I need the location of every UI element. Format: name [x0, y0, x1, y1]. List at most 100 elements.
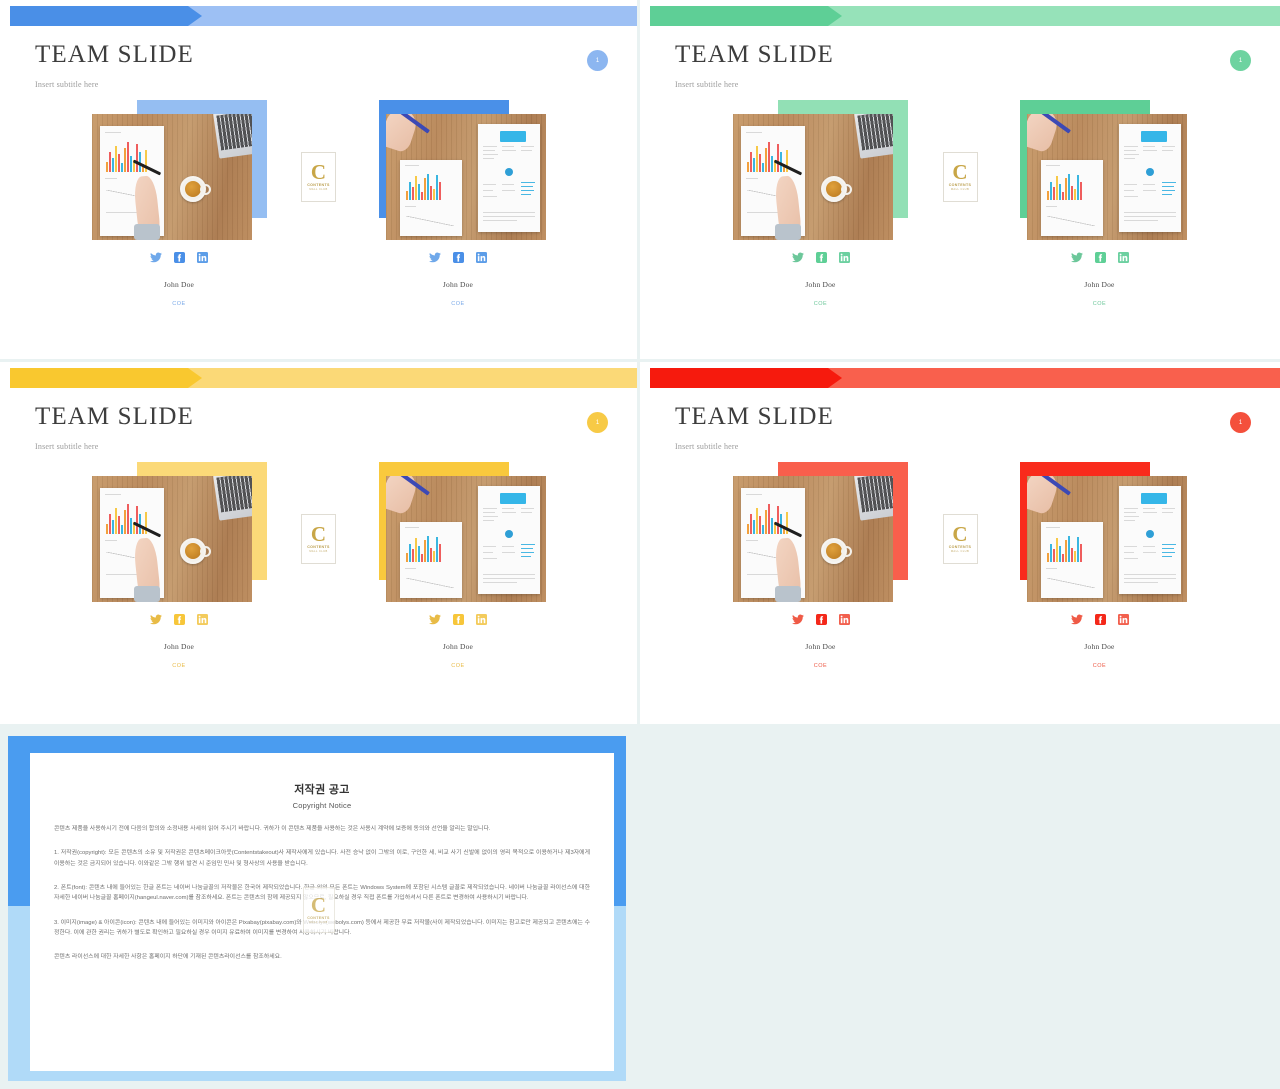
member-photo: [91, 100, 267, 240]
twitter-icon[interactable]: [1070, 614, 1083, 625]
team-member-card[interactable]: John Doe COE: [978, 100, 1222, 307]
slide-blue[interactable]: TEAM SLIDE Insert subtitle here 1 John D…: [0, 0, 637, 359]
page-title: TEAM SLIDE: [35, 403, 194, 430]
linkedin-icon[interactable]: [1117, 252, 1129, 263]
logo-wordmark: CONTENTS: [307, 183, 330, 188]
banner-arrow-head: [10, 368, 202, 388]
facebook-icon[interactable]: [815, 252, 827, 263]
team-member-card[interactable]: John Doe COE: [336, 462, 580, 669]
slide-number-badge[interactable]: 1: [587, 50, 608, 71]
logo-tagline: MALL CLUB: [309, 921, 328, 925]
linkedin-icon[interactable]: [197, 614, 208, 625]
slide-yellow[interactable]: TEAM SLIDE Insert subtitle here 1 John D…: [0, 362, 637, 724]
logo-wordmark: CONTENTS: [307, 916, 330, 921]
page-subtitle: Insert subtitle here: [35, 80, 99, 89]
twitter-icon[interactable]: [429, 252, 441, 263]
facebook-icon[interactable]: [453, 614, 464, 625]
slide-number-badge[interactable]: 1: [1230, 412, 1251, 433]
member-role: COE: [813, 663, 828, 669]
member-name: John Doe: [1084, 642, 1115, 651]
chart-paper: [399, 160, 462, 236]
facebook-icon[interactable]: [453, 252, 464, 263]
slide-number-badge[interactable]: 1: [1230, 50, 1251, 71]
logo-letter: C: [952, 521, 968, 546]
member-photo: [91, 462, 267, 602]
slide-yellow-title-block: TEAM SLIDE Insert subtitle here: [35, 404, 194, 451]
member-role: COE: [813, 301, 828, 307]
linkedin-icon[interactable]: [197, 252, 208, 263]
resume-paper: [477, 486, 540, 594]
team-member-card[interactable]: John Doe COE: [978, 462, 1222, 669]
slide-green[interactable]: TEAM SLIDE Insert subtitle here 1 John D…: [640, 0, 1280, 359]
photo-desk-chart: [91, 114, 252, 240]
twitter-icon[interactable]: [791, 614, 804, 625]
page-subtitle: Insert subtitle here: [675, 442, 739, 451]
brand-logo-card: C CONTENTS MALL CLUB: [942, 514, 978, 564]
resume-paper: [477, 124, 540, 232]
photo-desk-chart: [733, 114, 893, 240]
member-role: COE: [1092, 301, 1107, 307]
twitter-icon[interactable]: [150, 252, 162, 263]
member-photo: [733, 100, 908, 240]
team-member-card[interactable]: John Doe COE: [57, 462, 301, 669]
member-photo: [371, 462, 546, 602]
social-links: [429, 614, 487, 625]
chart-paper: [399, 522, 462, 598]
slide-copyright[interactable]: 저작권 공고 Copyright Notice 콘텐츠 제품을 사용하시기 전에…: [0, 727, 637, 1089]
member-name: John Doe: [442, 280, 474, 289]
twitter-icon[interactable]: [429, 614, 441, 625]
social-links: [791, 614, 850, 625]
member-role: COE: [1092, 663, 1107, 669]
brand-logo-card: C CONTENTS MALL CLUB: [301, 514, 336, 564]
linkedin-icon[interactable]: [476, 252, 487, 263]
laptop: [212, 114, 252, 159]
facebook-icon[interactable]: [174, 252, 185, 263]
slide-red-title-block: TEAM SLIDE Insert subtitle here: [675, 404, 834, 451]
facebook-icon[interactable]: [174, 614, 185, 625]
member-name: John Doe: [442, 642, 474, 651]
team-members-row: John Doe COE C CONTENTS MALL CLUB John D…: [640, 462, 1280, 669]
logo-letter: C: [952, 159, 968, 184]
banner-arrow-head: [10, 6, 202, 26]
linkedin-icon[interactable]: [1117, 614, 1129, 625]
twitter-icon[interactable]: [150, 614, 162, 625]
brand-logo-card: C CONTENTS MALL CLUB: [301, 152, 336, 202]
team-members-row: John Doe COE C CONTENTS MALL CLUB John D…: [0, 100, 637, 307]
member-name: John Doe: [163, 280, 195, 289]
slide-green-title-block: TEAM SLIDE Insert subtitle here: [675, 42, 834, 89]
team-member-card[interactable]: John Doe COE: [699, 462, 943, 669]
linkedin-icon[interactable]: [838, 252, 850, 263]
member-role: COE: [172, 663, 186, 669]
linkedin-icon[interactable]: [476, 614, 487, 625]
photo-desk-chart: [733, 476, 893, 602]
social-links: [1070, 614, 1129, 625]
chart-paper: [1041, 522, 1103, 598]
slide-number-badge[interactable]: 1: [587, 412, 608, 433]
member-photo: [371, 100, 546, 240]
team-member-card[interactable]: John Doe COE: [699, 100, 943, 307]
photo-desk-documents: [385, 114, 546, 240]
linkedin-icon[interactable]: [838, 614, 850, 625]
slide-yellow-banner: [10, 368, 637, 388]
team-member-card[interactable]: John Doe COE: [336, 100, 580, 307]
page-subtitle: Insert subtitle here: [35, 442, 99, 451]
photo-desk-documents: [1027, 114, 1187, 240]
laptop: [854, 476, 893, 521]
logo-wordmark: CONTENTS: [948, 183, 972, 188]
member-photo: [733, 462, 908, 602]
resume-paper: [1119, 124, 1181, 232]
facebook-icon[interactable]: [815, 614, 827, 625]
facebook-icon[interactable]: [1094, 614, 1106, 625]
copyright-panel: 저작권 공고 Copyright Notice 콘텐츠 제품을 사용하시기 전에…: [0, 727, 637, 1089]
page-title: TEAM SLIDE: [35, 41, 194, 68]
chart-paper: [1041, 160, 1103, 236]
copyright-intro: 콘텐츠 제품을 사용하시기 전에 다음의 합의와 소정내용 사세히 읽어 주시기…: [54, 826, 491, 832]
logo-letter: C: [310, 521, 327, 546]
facebook-icon[interactable]: [1094, 252, 1106, 263]
logo-letter: C: [310, 892, 327, 917]
logo-tagline: MALL CLUB: [950, 188, 970, 192]
slide-red[interactable]: TEAM SLIDE Insert subtitle here 1 John D…: [640, 362, 1280, 724]
twitter-icon[interactable]: [791, 252, 804, 263]
team-member-card[interactable]: John Doe COE: [57, 100, 301, 307]
twitter-icon[interactable]: [1070, 252, 1083, 263]
